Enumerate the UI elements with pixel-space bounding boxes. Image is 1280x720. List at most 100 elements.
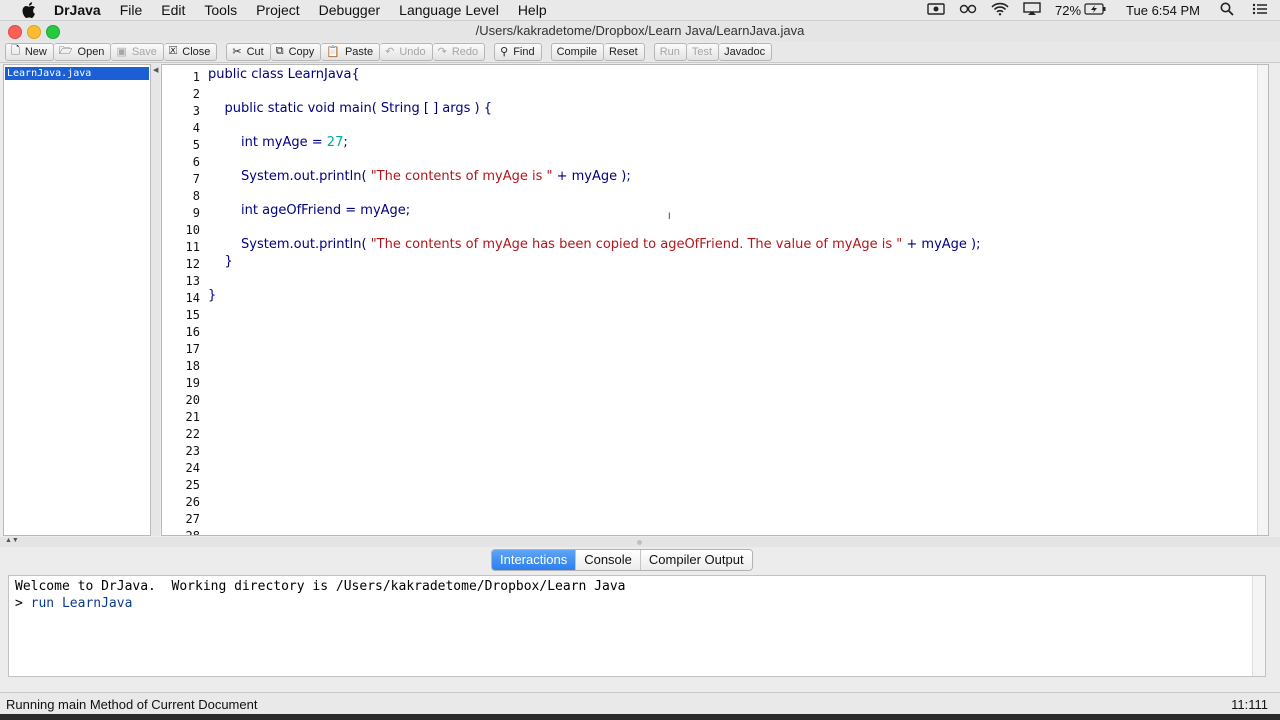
tab-interactions[interactable]: Interactions [492, 550, 577, 570]
menu-project[interactable]: Project [256, 2, 300, 18]
vertical-split-divider[interactable]: ◀ [151, 64, 160, 536]
javadoc-button[interactable]: Javadoc [719, 42, 773, 61]
test-button-label: Test [691, 45, 713, 58]
code-editor[interactable]: 1 2 3 4 5 6 7 8 9 10 11 12 13 14 15 16 1… [161, 64, 1269, 536]
wifi-icon[interactable] [991, 2, 1009, 19]
test-button[interactable]: Test [686, 42, 720, 61]
line-number: 26 [185, 495, 200, 509]
scissors-icon: ✂ [232, 46, 242, 58]
cut-button-label: Cut [246, 45, 264, 58]
code-line[interactable]: System.out.println( "The contents of myA… [208, 237, 981, 252]
save-icon: ▣ [116, 46, 127, 58]
document-item-learnjava[interactable]: LearnJava.java [5, 67, 149, 80]
undo-icon: ↶ [385, 46, 395, 58]
document-list: LearnJava.java [3, 64, 151, 536]
redo-icon: ↷ [437, 46, 447, 58]
copy-button-label: Copy [288, 45, 315, 58]
close-window-icon[interactable] [8, 25, 22, 39]
split-grip-icon[interactable] [637, 540, 642, 545]
code-string-literal: "The contents of myAge is " [370, 169, 553, 184]
reset-button[interactable]: Reset [603, 42, 645, 61]
binoculars-icon: ⚲ [500, 46, 509, 58]
zoom-window-icon[interactable] [46, 25, 60, 39]
new-file-icon: 🗋 [11, 45, 20, 57]
collapse-left-arrow-icon[interactable]: ◀ [153, 66, 158, 74]
reset-button-label: Reset [608, 45, 638, 58]
line-number: 14 [185, 291, 200, 305]
copy-button[interactable]: ⧉ Copy [270, 42, 322, 61]
undo-button[interactable]: ↶ Undo [380, 42, 433, 61]
code-line[interactable]: System.out.println( "The contents of myA… [208, 169, 631, 184]
code-line[interactable]: } [208, 288, 216, 303]
paste-button-label: Paste [344, 45, 374, 58]
code-line[interactable]: } [208, 254, 233, 269]
cut-button[interactable]: ✂ Cut [226, 42, 271, 61]
menu-language-level[interactable]: Language Level [399, 2, 499, 18]
airplay-icon[interactable] [1023, 1, 1041, 19]
menu-help[interactable]: Help [518, 2, 547, 18]
tab-console[interactable]: Console [576, 550, 641, 570]
menu-debugger[interactable]: Debugger [319, 2, 381, 18]
expand-collapse-arrows-icon[interactable]: ▲▼ [5, 537, 19, 544]
window-bottom-edge [0, 714, 1280, 720]
menu-edit[interactable]: Edit [161, 2, 185, 18]
redo-button-label: Redo [451, 45, 479, 58]
apple-icon[interactable] [20, 1, 38, 19]
line-number: 1 [192, 70, 200, 84]
line-number: 8 [192, 189, 200, 203]
code-token: System.out.println( [208, 169, 371, 184]
line-number: 4 [192, 121, 200, 135]
menu-tools[interactable]: Tools [204, 2, 237, 18]
line-number: 3 [192, 104, 200, 118]
interactions-pane[interactable]: Welcome to DrJava. Working directory is … [8, 575, 1266, 677]
save-button-label: Save [131, 45, 157, 58]
prompt-symbol: > [15, 596, 31, 611]
window-title: /Users/kakradetome/Dropbox/Learn Java/Le… [475, 23, 805, 38]
code-line[interactable]: int ageOfFriend = myAge; [208, 203, 410, 218]
status-bar: Running main Method of Current Document … [0, 692, 1280, 715]
compile-button[interactable]: Compile [550, 42, 604, 61]
editor-vertical-scrollbar[interactable] [1257, 65, 1268, 535]
close-button[interactable]: 🗵 Close [163, 42, 218, 61]
javadoc-button-label: Javadoc [724, 45, 766, 58]
horizontal-split-divider[interactable]: ▲▼ [0, 537, 1280, 547]
line-number: 12 [185, 257, 200, 271]
sync-icon[interactable] [959, 2, 977, 19]
code-area[interactable]: public class LearnJava{ public static vo… [208, 65, 1268, 535]
close-file-icon: 🗵 [168, 45, 178, 57]
line-number: 15 [185, 308, 200, 322]
redo-button[interactable]: ↷ Redo [432, 42, 486, 61]
line-number: 9 [192, 206, 200, 220]
notification-center-icon[interactable] [1252, 2, 1268, 19]
line-number: 28 [185, 529, 200, 536]
line-number: 22 [185, 427, 200, 441]
interactions-welcome-text: Welcome to DrJava. Working directory is … [15, 579, 626, 594]
copy-icon: ⧉ [275, 45, 284, 57]
paste-button[interactable]: 📋 Paste [321, 42, 381, 61]
interactions-vertical-scrollbar[interactable] [1252, 576, 1265, 676]
line-number: 17 [185, 342, 200, 356]
code-line[interactable]: public static void main( String [ ] args… [208, 101, 492, 116]
tab-compiler-output[interactable]: Compiler Output [640, 550, 752, 570]
find-button-label: Find [513, 45, 535, 58]
minimize-window-icon[interactable] [27, 25, 41, 39]
code-token: + myAge ); [902, 237, 981, 252]
screen-record-icon[interactable] [927, 2, 945, 19]
battery-icon[interactable] [1084, 2, 1106, 18]
open-button-label: Open [77, 45, 105, 58]
new-button[interactable]: 🗋 New [5, 42, 54, 61]
spotlight-search-icon[interactable] [1220, 2, 1234, 19]
line-number: 19 [185, 376, 200, 390]
save-button[interactable]: ▣ Save [111, 42, 164, 61]
open-button[interactable]: 🗁 Open [53, 42, 112, 61]
find-button[interactable]: ⚲ Find [494, 42, 542, 61]
menu-app-name[interactable]: DrJava [54, 2, 101, 18]
close-button-label: Close [182, 45, 211, 58]
code-line[interactable]: int myAge = 27; [208, 135, 348, 150]
menu-file[interactable]: File [120, 2, 143, 18]
clock[interactable]: Tue 6:54 PM [1126, 3, 1200, 18]
run-button-label: Run [659, 45, 680, 58]
interactions-command-line[interactable]: > run LearnJava [15, 596, 132, 611]
run-button[interactable]: Run [653, 42, 687, 61]
code-line[interactable]: public class LearnJava{ [208, 67, 360, 82]
